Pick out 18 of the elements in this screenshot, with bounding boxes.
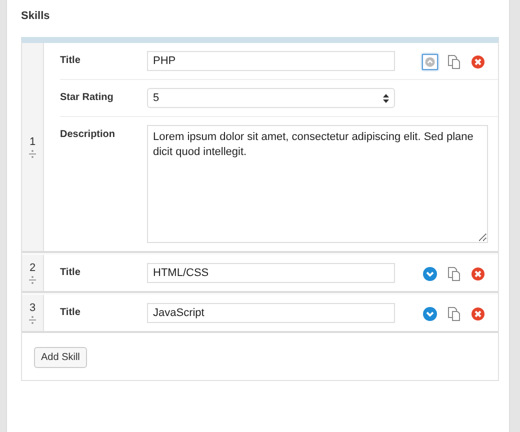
description-field[interactable]: Lorem ipsum dolor sit amet, consectetur adipiscing elit. Sed plane dicit quod intellegit. bbox=[147, 125, 488, 243]
field-label: Star Rating bbox=[60, 91, 114, 103]
title-field[interactable]: JavaScript bbox=[147, 303, 395, 323]
field-label: Title bbox=[60, 306, 82, 318]
drag-handle[interactable]: 2 bbox=[22, 255, 44, 291]
row-number: 3 bbox=[29, 302, 36, 314]
field-label: Title bbox=[60, 266, 82, 278]
row-number: 2 bbox=[29, 262, 36, 274]
section-title: Skills bbox=[21, 10, 50, 22]
add-skill-button[interactable]: Add Skill bbox=[34, 347, 87, 368]
field-label: Description bbox=[60, 128, 116, 140]
title-field[interactable]: HTML/CSS bbox=[147, 263, 395, 283]
title-field[interactable]: PHP bbox=[147, 51, 395, 71]
drag-handle[interactable]: 1 bbox=[22, 43, 44, 251]
rating-select[interactable]: 5 bbox=[147, 88, 395, 108]
field-label: Title bbox=[60, 54, 82, 66]
row-number: 1 bbox=[29, 136, 36, 148]
drag-handle[interactable]: 3 bbox=[22, 295, 44, 331]
